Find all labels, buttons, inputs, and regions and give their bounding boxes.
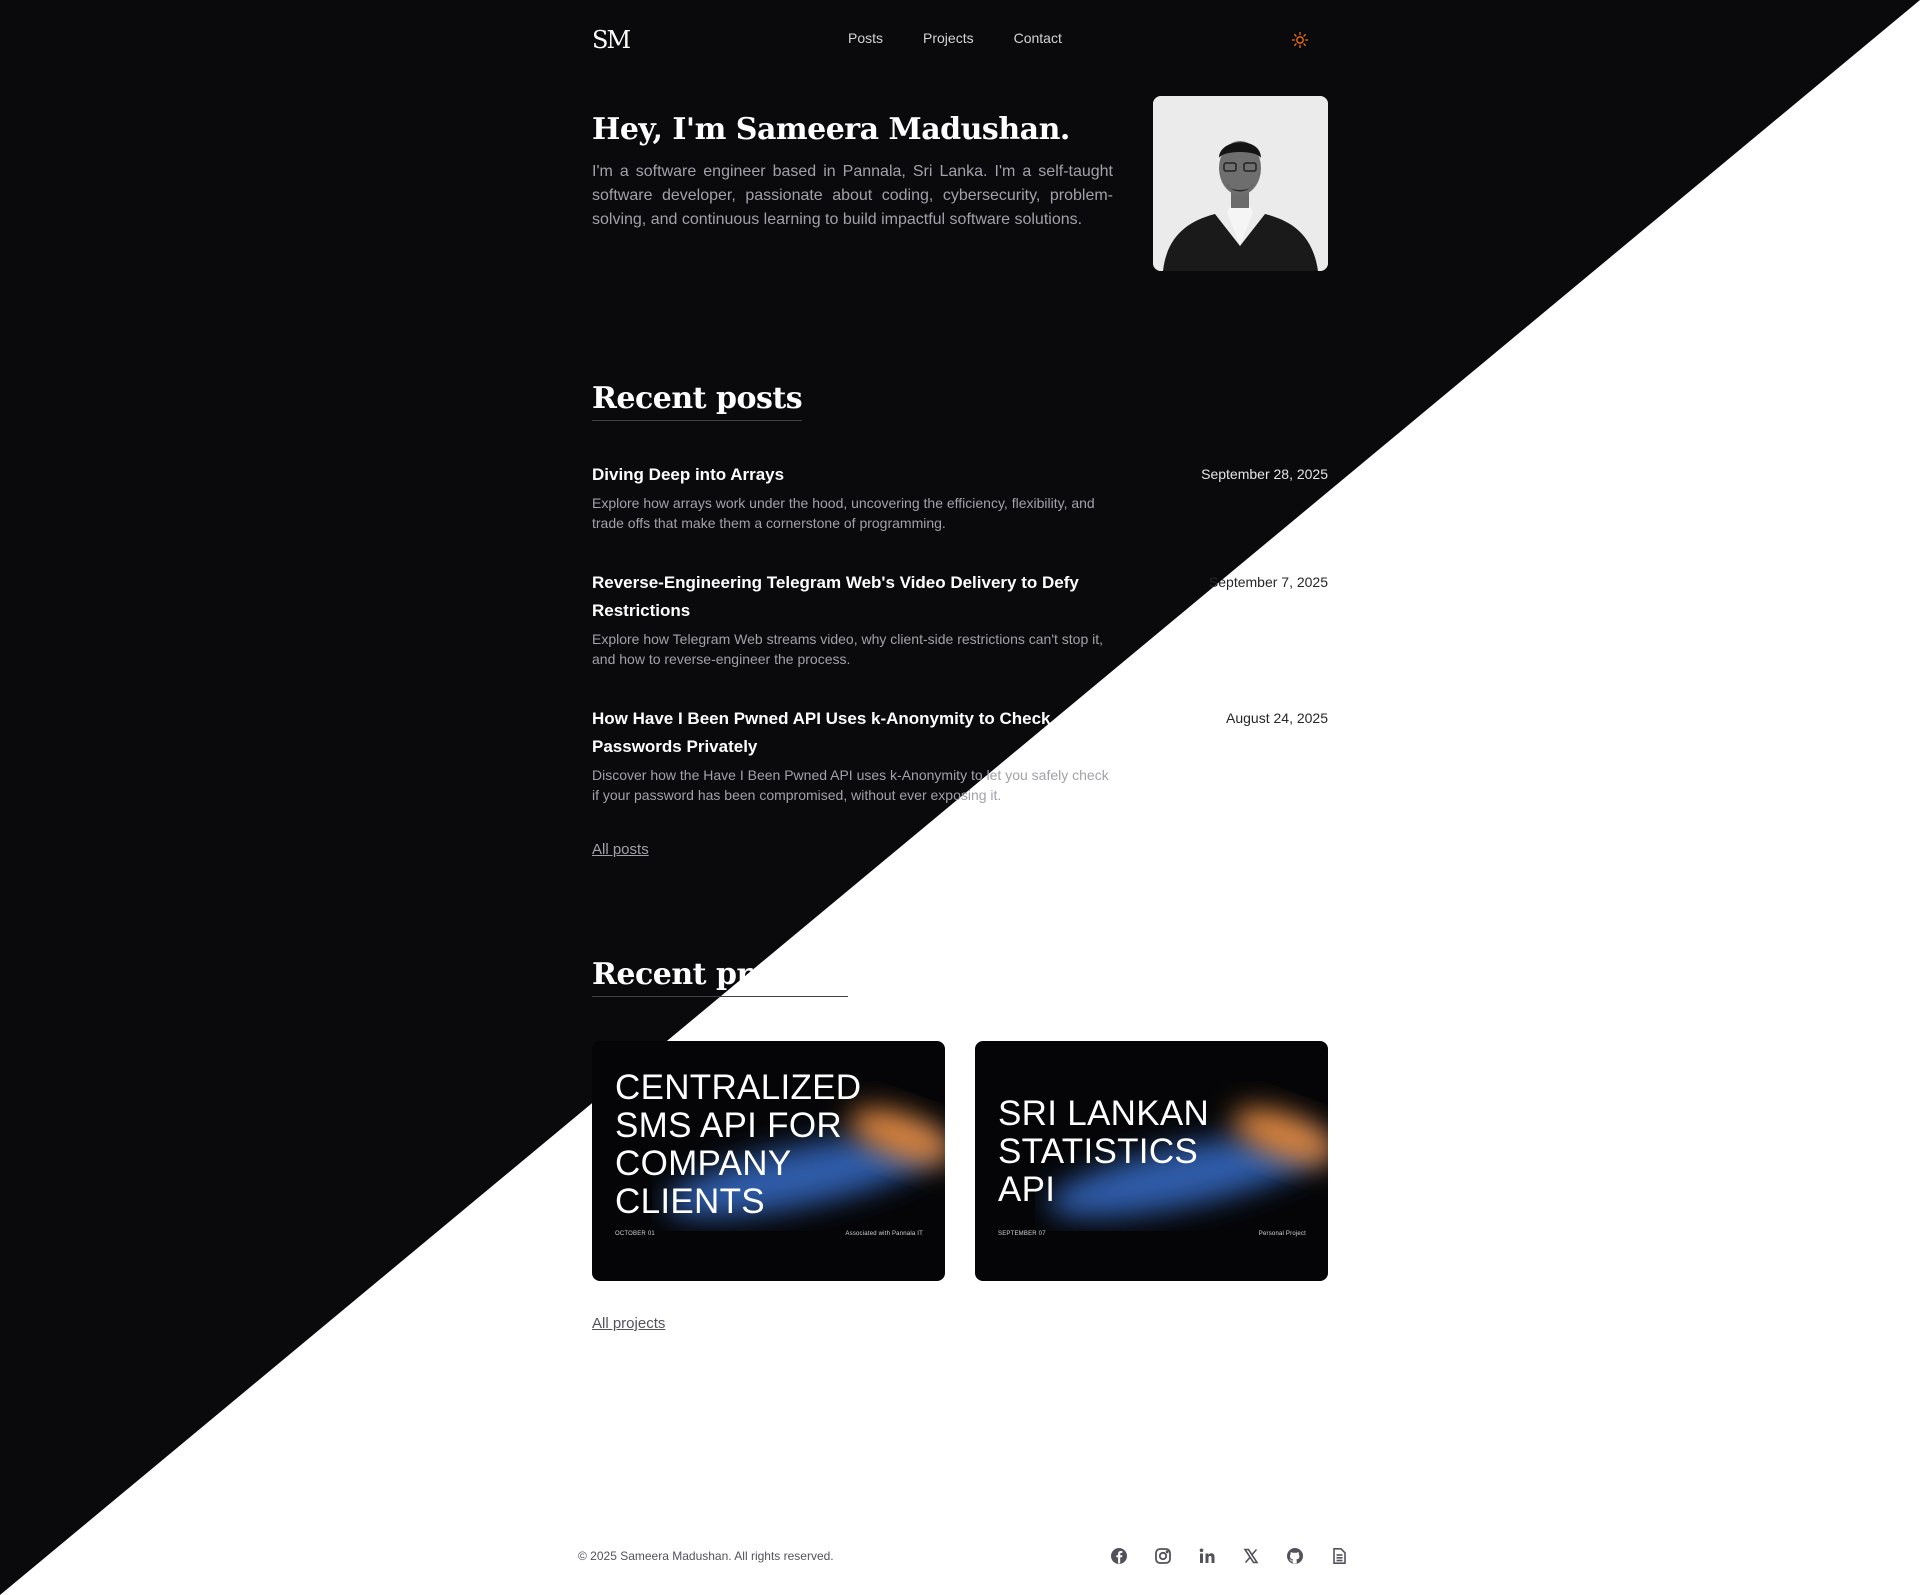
facebook-icon[interactable] xyxy=(1108,1545,1130,1567)
post-list: Diving Deep into Arrays Explore how arra… xyxy=(592,461,1328,805)
main-nav: Posts Projects Contact xyxy=(848,30,1062,46)
project-card-tag: Personal Project xyxy=(1258,1231,1306,1237)
recent-posts-section: Recent posts Diving Deep into Arrays Exp… xyxy=(592,381,1328,859)
hero-title: Hey, I'm Sameera Madushan. xyxy=(592,112,1070,147)
post-description: Explore how Telegram Web streams video, … xyxy=(592,631,1104,667)
list-item: Reverse-Engineering Telegram Web's Video… xyxy=(592,569,1328,669)
post-description: Explore how arrays work under the hood, … xyxy=(592,495,1095,531)
site-logo[interactable]: SM xyxy=(592,28,631,52)
post-title-link[interactable]: Diving Deep into Arrays xyxy=(592,461,1112,489)
nav-posts[interactable]: Posts xyxy=(848,30,883,46)
instagram-icon[interactable] xyxy=(1152,1545,1174,1567)
page-container: SM Posts Projects Contact Hey, I'm Samee… xyxy=(592,0,1328,1333)
project-card-date: SEPTEMBER 07 xyxy=(998,1231,1046,1237)
hero-section: Hey, I'm Sameera Madushan. I'm a softwar… xyxy=(592,96,1328,271)
post-date: September 28, 2025 xyxy=(1201,466,1328,482)
all-posts-link[interactable]: All posts xyxy=(592,841,649,858)
nav-contact[interactable]: Contact xyxy=(1014,30,1062,46)
post-title-link[interactable]: How Have I Been Pwned API Uses k-Anonymi… xyxy=(592,705,1112,761)
recent-projects-section: Recent projects CENTRALIZED SMS API FOR … xyxy=(592,957,1328,1333)
post-title-link[interactable]: Reverse-Engineering Telegram Web's Video… xyxy=(592,569,1112,625)
site-header: SM Posts Projects Contact xyxy=(592,0,1328,80)
hero-description: I'm a software engineer based in Pannala… xyxy=(592,163,1113,228)
x-icon[interactable] xyxy=(1240,1545,1262,1567)
document-icon[interactable] xyxy=(1328,1545,1350,1567)
github-icon[interactable] xyxy=(1284,1545,1306,1567)
list-item: Diving Deep into Arrays Explore how arra… xyxy=(592,461,1328,533)
recent-posts-heading: Recent posts xyxy=(592,381,803,421)
project-card-date: OCTOBER 01 xyxy=(615,1231,655,1237)
post-date: August 24, 2025 xyxy=(1226,710,1328,726)
all-projects-link[interactable]: All projects xyxy=(592,1315,665,1332)
social-links xyxy=(1108,1545,1350,1567)
project-card[interactable]: CENTRALIZED SMS API FOR COMPANY CLIENTS … xyxy=(592,1041,945,1281)
recent-projects-heading: Recent projects xyxy=(592,957,848,997)
project-card[interactable]: SRI LANKAN STATISTICS API SEPTEMBER 07 P… xyxy=(975,1041,1328,1281)
sun-icon[interactable] xyxy=(1290,30,1310,50)
project-card-title: CENTRALIZED SMS API FOR COMPANY CLIENTS xyxy=(615,1068,862,1221)
list-item: How Have I Been Pwned API Uses k-Anonymi… xyxy=(592,705,1328,805)
post-date: September 7, 2025 xyxy=(1208,574,1328,590)
project-card-title: SRI LANKAN STATISTICS API xyxy=(998,1094,1210,1209)
linkedin-icon[interactable] xyxy=(1196,1545,1218,1567)
post-description: Discover how the Have I Been Pwned API u… xyxy=(592,767,1109,803)
hero-text: Hey, I'm Sameera Madushan. I'm a softwar… xyxy=(592,96,1113,271)
profile-photo xyxy=(1153,96,1328,271)
copyright-text: © 2025 Sameera Madushan. All rights rese… xyxy=(578,1549,834,1563)
site-footer: © 2025 Sameera Madushan. All rights rese… xyxy=(578,1545,1350,1567)
project-card-tag: Associated with Pannala IT xyxy=(845,1231,923,1237)
nav-projects[interactable]: Projects xyxy=(923,30,974,46)
project-grid: CENTRALIZED SMS API FOR COMPANY CLIENTS … xyxy=(592,1041,1328,1281)
